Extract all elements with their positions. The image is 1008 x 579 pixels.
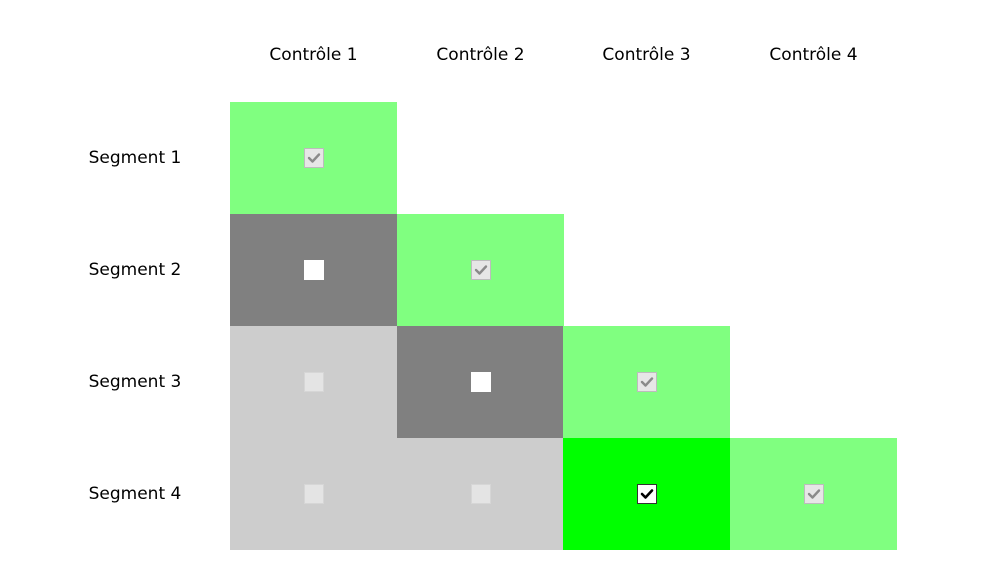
checkbox-segment-3-controle-3 [636,372,657,392]
row-header-segment-2: Segment 2 [88,260,182,280]
matrix-cell-segment-3-controle-1 [230,326,397,438]
matrix-cell-segment-4-controle-2 [397,438,564,550]
column-header-controle-3: Contrôle 3 [602,45,691,65]
matrix-cell-segment-2-controle-2 [397,214,564,326]
checkbox-segment-1-controle-1 [303,148,324,168]
checkbox-segment-2-controle-2 [470,260,491,280]
matrix-cell-segment-4-controle-4 [730,438,897,550]
checkbox-segment-4-controle-3[interactable] [636,484,657,504]
checkmark-icon [807,489,820,499]
matrix-cell-segment-3-controle-3 [563,326,730,438]
checkmark-icon [640,489,653,499]
checkbox-segment-2-controle-1[interactable] [303,260,324,280]
row-header-segment-1: Segment 1 [88,148,182,168]
row-header-segment-4: Segment 4 [88,484,182,504]
matrix-cell-segment-2-controle-1 [230,214,397,326]
checkmark-icon [307,153,320,163]
checkbox-segment-4-controle-4 [803,484,824,504]
checkbox-segment-3-controle-2[interactable] [470,372,491,392]
checkmark-icon [640,377,653,387]
row-header-segment-3: Segment 3 [88,372,182,392]
checkbox-segment-3-controle-1 [303,372,324,392]
checkbox-segment-4-controle-2 [470,484,491,504]
matrix-cell-segment-1-controle-1 [230,102,397,214]
matrix-cell-segment-3-controle-2 [397,326,564,438]
checkbox-segment-4-controle-1 [303,484,324,504]
column-header-controle-4: Contrôle 4 [769,45,858,65]
matrix-cell-segment-4-controle-1 [230,438,397,550]
checkmark-icon [474,265,487,275]
column-header-controle-2: Contrôle 2 [436,45,525,65]
column-header-controle-1: Contrôle 1 [269,45,358,65]
matrix-cell-segment-4-controle-3 [563,438,730,550]
